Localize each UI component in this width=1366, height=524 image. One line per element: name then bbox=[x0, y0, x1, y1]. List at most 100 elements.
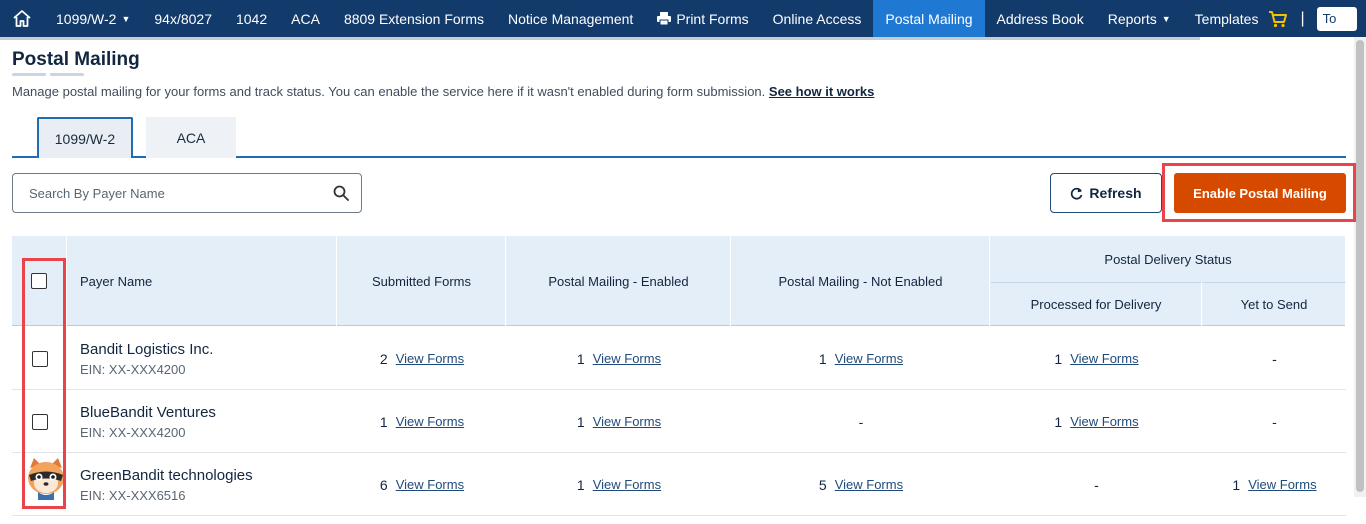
header-label: Postal Mailing - Enabled bbox=[548, 273, 689, 289]
header-label: Submitted Forms bbox=[372, 273, 471, 289]
submitted-count: 1 bbox=[379, 413, 388, 430]
cart-button[interactable] bbox=[1264, 0, 1292, 37]
submitted-count: 2 bbox=[379, 350, 388, 367]
nav-1042[interactable]: 1042 bbox=[224, 0, 279, 37]
row-select-cell bbox=[12, 327, 67, 390]
see-how-it-works-link[interactable]: See how it works bbox=[769, 84, 874, 99]
enabled-count: 1 bbox=[576, 350, 585, 367]
header-postal-delivery-status: Postal Delivery Status bbox=[991, 236, 1346, 282]
caret-down-icon: ▼ bbox=[1161, 13, 1171, 24]
nav-label: 1099/W-2 bbox=[56, 10, 117, 27]
top-navigation: 1099/W-2 ▼ 94x/8027 1042 ACA 8809 Extensi… bbox=[0, 0, 1366, 37]
header-label: Processed for Delivery bbox=[1030, 297, 1162, 312]
payer-name: GreenBandit technologies bbox=[80, 466, 253, 484]
enabled-cell: 1 View Forms bbox=[507, 327, 731, 390]
view-forms-link[interactable]: View Forms bbox=[396, 414, 464, 429]
not-enabled-count: 1 bbox=[818, 350, 827, 367]
search-icon[interactable] bbox=[333, 185, 349, 201]
select-all-checkbox[interactable] bbox=[31, 273, 47, 289]
nav-print-forms[interactable]: Print Forms bbox=[645, 0, 760, 37]
nav-label: Notice Management bbox=[508, 10, 634, 27]
nav-aca[interactable]: ACA bbox=[279, 0, 332, 37]
nav-label: Templates bbox=[1194, 10, 1259, 27]
view-forms-link[interactable]: View Forms bbox=[593, 477, 661, 492]
caret-down-icon: ▼ bbox=[121, 13, 131, 24]
nav-label: Address Book bbox=[996, 10, 1084, 27]
view-forms-link[interactable]: View Forms bbox=[1070, 414, 1138, 429]
view-forms-link[interactable]: View Forms bbox=[396, 477, 464, 492]
payer-cell: Bandit Logistics Inc. EIN: XX-XXX4200 bbox=[80, 327, 337, 390]
nav-reports[interactable]: Reports ▼ bbox=[1096, 0, 1183, 37]
nav-address-book[interactable]: Address Book bbox=[985, 0, 1096, 37]
not-enabled-cell: 1 View Forms bbox=[732, 327, 990, 390]
nav-online-access[interactable]: Online Access bbox=[761, 0, 874, 37]
enable-label: Enable Postal Mailing bbox=[1193, 185, 1327, 201]
nav-truncated-button[interactable]: To bbox=[1316, 6, 1357, 31]
form-type-tabs: 1099/W-2 ACA bbox=[12, 117, 1346, 158]
payer-ein: EIN: XX-XXX4200 bbox=[80, 424, 186, 440]
header-label: Postal Mailing - Not Enabled bbox=[778, 273, 943, 289]
submitted-count: 6 bbox=[379, 476, 388, 493]
refresh-button[interactable]: Refresh bbox=[1050, 173, 1162, 213]
row-checkbox[interactable] bbox=[31, 350, 48, 367]
nav-label: 1042 bbox=[235, 10, 268, 27]
nav-label: ACA bbox=[291, 10, 320, 27]
vertical-scrollbar-thumb[interactable] bbox=[1356, 40, 1364, 492]
nav-label: Online Access bbox=[772, 10, 862, 27]
not-enabled-cell: - bbox=[732, 390, 990, 453]
nav-templates[interactable]: Templates bbox=[1183, 0, 1265, 37]
nav-label: 94x/8027 bbox=[154, 10, 212, 27]
title-underline bbox=[12, 73, 84, 76]
view-forms-link[interactable]: View Forms bbox=[593, 414, 661, 429]
yet-to-send-value: - bbox=[1272, 350, 1277, 367]
payer-cell: BlueBandit Ventures EIN: XX-XXX4200 bbox=[80, 390, 337, 453]
tab-1099-w2[interactable]: 1099/W-2 bbox=[37, 117, 133, 158]
payer-name: BlueBandit Ventures bbox=[80, 403, 216, 421]
view-forms-link[interactable]: View Forms bbox=[1248, 477, 1316, 492]
submitted-cell: 6 View Forms bbox=[338, 453, 506, 516]
enable-postal-mailing-button[interactable]: Enable Postal Mailing bbox=[1174, 173, 1346, 213]
nav-label: Reports bbox=[1107, 10, 1157, 27]
view-forms-link[interactable]: View Forms bbox=[835, 351, 903, 366]
processed-value: - bbox=[1094, 476, 1099, 493]
table-row: BlueBandit Ventures EIN: XX-XXX4200 1 View… bbox=[12, 390, 1346, 453]
cart-icon bbox=[1269, 10, 1288, 27]
header-submitted-forms: Submitted Forms bbox=[338, 236, 506, 326]
description-text: Manage postal mailing for your forms and… bbox=[12, 84, 766, 99]
tab-aca[interactable]: ACA bbox=[146, 117, 236, 158]
refresh-label: Refresh bbox=[1089, 185, 1142, 201]
view-forms-link[interactable]: View Forms bbox=[1070, 351, 1138, 366]
payer-cell: GreenBandit technologies EIN: XX-XXX6516 bbox=[80, 453, 337, 516]
nav-1099-w2[interactable]: 1099/W-2 ▼ bbox=[44, 0, 142, 37]
raccoon-mascot-icon bbox=[28, 458, 64, 500]
processed-cell: - bbox=[991, 453, 1202, 516]
table-header: Payer Name Submitted Forms Postal Mailin… bbox=[12, 236, 1346, 326]
not-enabled-cell: 5 View Forms bbox=[732, 453, 990, 516]
processed-count: 1 bbox=[1054, 350, 1063, 367]
yet-to-send-count: 1 bbox=[1232, 476, 1241, 493]
header-label: Payer Name bbox=[80, 273, 153, 289]
header-payer-name: Payer Name bbox=[68, 236, 337, 326]
table-row: GreenBandit technologies EIN: XX-XXX6516 … bbox=[12, 453, 1346, 516]
header-processed-for-delivery: Processed for Delivery bbox=[991, 282, 1202, 326]
horizontal-scrollbar[interactable] bbox=[0, 37, 1200, 40]
table-row: Bandit Logistics Inc. EIN: XX-XXX4200 2 Vi… bbox=[12, 327, 1346, 390]
home-button[interactable] bbox=[0, 0, 44, 37]
nav-notice-management[interactable]: Notice Management bbox=[496, 0, 645, 37]
page-description: Manage postal mailing for your forms and… bbox=[12, 84, 874, 99]
nav-8809-extension-forms[interactable]: 8809 Extension Forms bbox=[332, 0, 496, 37]
enabled-count: 1 bbox=[576, 476, 585, 493]
processed-count: 1 bbox=[1054, 413, 1063, 430]
nav-postal-mailing[interactable]: Postal Mailing bbox=[873, 0, 985, 37]
view-forms-link[interactable]: View Forms bbox=[835, 477, 903, 492]
nav-separator: | bbox=[1300, 9, 1305, 27]
row-checkbox[interactable] bbox=[31, 413, 48, 430]
search-input[interactable] bbox=[29, 185, 333, 201]
nav-94x-8027[interactable]: 94x/8027 bbox=[142, 0, 224, 37]
home-icon bbox=[13, 9, 31, 27]
search-box bbox=[12, 173, 362, 213]
submitted-cell: 2 View Forms bbox=[338, 327, 506, 390]
view-forms-link[interactable]: View Forms bbox=[396, 351, 464, 366]
processed-cell: 1 View Forms bbox=[991, 390, 1202, 453]
view-forms-link[interactable]: View Forms bbox=[593, 351, 661, 366]
